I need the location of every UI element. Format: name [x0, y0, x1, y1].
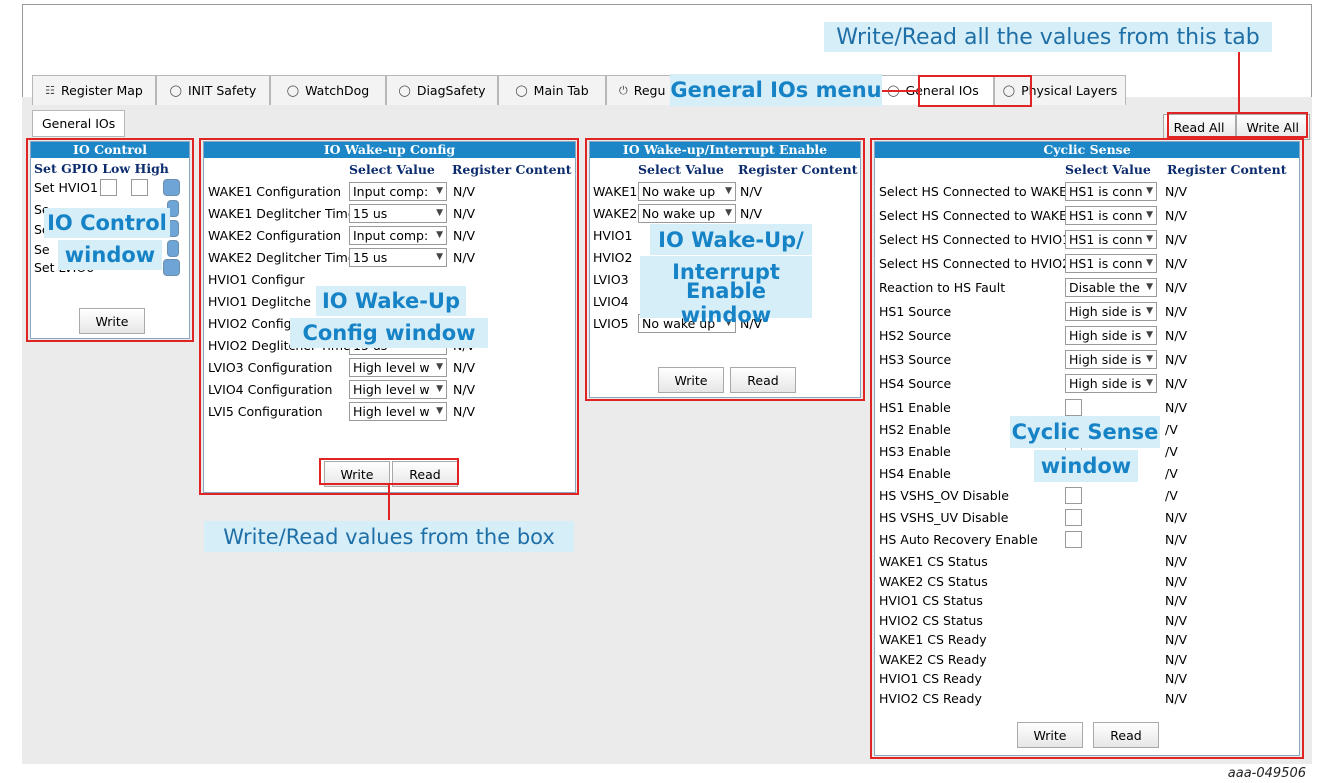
cyclic-highlight — [870, 138, 1304, 759]
io-control-callout: window — [58, 240, 162, 270]
figure-code: aaa-049506 — [1227, 766, 1306, 781]
shield-icon: ◯ — [169, 84, 182, 97]
tab-watchdog[interactable]: ◯ WatchDog — [270, 75, 386, 105]
read-write-all-connector — [1238, 52, 1240, 113]
tab-register-map[interactable]: ☷ Register Map — [32, 75, 156, 105]
shield-icon: ◯ — [398, 84, 411, 97]
box-write-read-callout: Write/Read values from the box — [204, 521, 574, 552]
tab-main[interactable]: ◯ Main Tab — [498, 75, 606, 105]
cyclic-callout: Cyclic Sense — [1010, 416, 1160, 448]
shield-icon: ◯ — [286, 84, 300, 97]
box-rw-connector — [388, 485, 390, 520]
shield-icon: ◯ — [515, 84, 528, 97]
write-read-all-callout: Write/Read all the values from this tab — [824, 22, 1272, 52]
wake-interrupt-callout: Enable window — [640, 279, 812, 327]
wake-config-callout: Config window — [290, 318, 488, 348]
tab-init-safety[interactable]: ◯ INIT Safety — [156, 75, 270, 105]
general-ios-tab-highlight — [918, 75, 1032, 107]
menu-connector — [882, 90, 919, 92]
tab-diagsafety[interactable]: ◯ DiagSafety — [386, 75, 498, 105]
grid-icon: ☷ — [45, 84, 56, 97]
io-control-callout: IO Control — [44, 208, 170, 238]
wake-config-callout: IO Wake-Up — [316, 286, 466, 316]
subtab-general-ios[interactable]: General IOs — [32, 110, 126, 137]
read-write-all-highlight — [1167, 112, 1308, 138]
general-ios-menu-callout: General IOs menu — [670, 74, 882, 106]
box-write-read-highlight — [319, 458, 459, 485]
wake-interrupt-callout: IO Wake-Up/ — [650, 224, 812, 255]
cyclic-callout: window — [1034, 450, 1138, 482]
power-icon: ⏻ — [619, 83, 628, 97]
wake-config-highlight — [199, 138, 579, 495]
